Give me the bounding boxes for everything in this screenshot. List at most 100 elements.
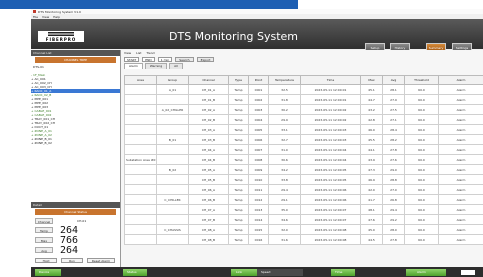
table-cell: 47.6: [360, 214, 383, 225]
table-cell: 2023-05-11 12:00:06: [300, 184, 361, 195]
table-cell: 27.8: [382, 144, 405, 155]
table-row[interactable]: A_01 CH_01_A Temp 0001 32.5 2023-05-11 12:00:…: [124, 84, 483, 95]
table-cell: Temp: [228, 204, 249, 215]
table-row[interactable]: C_CHILLER CH_06_B Temp 0012 29.1 2023-05-11 1…: [124, 194, 483, 205]
table-cell: Temp: [228, 124, 249, 135]
column-header[interactable]: Area: [124, 75, 157, 85]
table-cell: [124, 94, 157, 105]
table-cell: 43.9: [360, 154, 383, 165]
column-header[interactable]: Avg: [382, 75, 405, 85]
tab-list[interactable]: List: [136, 51, 141, 55]
desktop-blue-bar: [0, 0, 298, 9]
table-row[interactable]: CH_04_A Temp 0007 31.0 2023-05-11 12:00:04 44…: [124, 144, 483, 155]
table-cell: 60.0: [404, 154, 439, 165]
table-cell: Alarm: [438, 224, 483, 235]
table-cell: 27.9: [382, 94, 405, 105]
table-row[interactable]: CH_03_A Temp 0005 33.1 2023-05-11 12:00:03 46…: [124, 124, 483, 135]
table-cell: CH_06_A: [188, 184, 229, 195]
table-cell: 2023-05-11 12:00:04: [300, 154, 361, 165]
table-cell: CH_03_B: [188, 134, 229, 145]
table-cell: 45.0: [360, 224, 383, 235]
table-cell: 29.2: [382, 214, 405, 225]
table-row[interactable]: A_02_CHILLER CH_02_A Temp 0003 30.2 2023-05-1…: [124, 104, 483, 115]
table-row[interactable]: C_CHASSIS CH_08_A Temp 0015 32.0 2023-05-11 1…: [124, 224, 483, 235]
table-cell: 28.1: [382, 84, 405, 95]
status-label-temp: Temp: [35, 227, 53, 233]
table-cell: Alarm: [438, 104, 483, 115]
table-cell: 33.8: [268, 174, 301, 185]
table-cell: 42.0: [360, 184, 383, 195]
column-header[interactable]: Time: [300, 75, 361, 85]
table-cell: 34.2: [268, 164, 301, 175]
interval-select[interactable]: 1 min: [157, 56, 173, 62]
table-cell: [156, 114, 189, 125]
table-row[interactable]: CH_07_B Temp 0014 34.6 2023-05-11 12:00:07 47…: [124, 214, 483, 225]
table-cell: 26.8: [382, 194, 405, 205]
channel-tree-title: CHANNEL TREE: [35, 57, 116, 63]
status-panel-header: Detail: [31, 202, 120, 208]
left-panel: Channel List CHANNEL TREE DTS-01 - 1F_Ma…: [31, 50, 121, 267]
table-cell: 31.8: [268, 94, 301, 105]
status-bar: Device Status Link Speed Time Alarm: [31, 267, 483, 277]
column-header[interactable]: Group: [156, 75, 189, 85]
table-cell: [156, 94, 189, 105]
table-row[interactable]: CH_08_B Temp 0016 31.6 2023-05-11 12:00:08 44…: [124, 234, 483, 245]
menu-help[interactable]: Help: [53, 15, 60, 19]
tab-view[interactable]: View: [124, 51, 131, 55]
table-cell: [124, 114, 157, 125]
table-row[interactable]: CH_07_A Temp 0013 35.0 2023-05-11 12:00:07 48…: [124, 204, 483, 215]
table-row[interactable]: CH_02_B Temp 0004 29.9 2023-05-11 12:00:02 42…: [124, 114, 483, 125]
table-cell: 42.8: [360, 114, 383, 125]
export-button[interactable]: Export: [196, 56, 215, 62]
table-cell: Alarm: [438, 204, 483, 215]
table-row[interactable]: B_02 CH_05_A Temp 0009 34.2 2023-05-11 12:00:…: [124, 164, 483, 175]
table-cell: 0009: [248, 164, 269, 175]
hold-button[interactable]: Hold: [35, 258, 57, 263]
table-cell: 43.2: [360, 104, 383, 115]
status-box: [461, 270, 475, 275]
run-button[interactable]: Run: [61, 258, 83, 263]
table-cell: 29.1: [268, 194, 301, 205]
end-date-field[interactable]: END: [142, 56, 155, 62]
menu-view[interactable]: View: [42, 15, 49, 19]
column-header[interactable]: Point: [248, 75, 269, 85]
column-header[interactable]: Alarm: [438, 75, 483, 85]
table-cell: 2023-05-11 12:00:02: [300, 104, 361, 115]
column-header[interactable]: Max: [360, 75, 383, 85]
table-cell: 27.8: [382, 234, 405, 245]
tree-item[interactable]: + ZONE_B_02: [31, 141, 120, 145]
reset-alarm-button[interactable]: Reset Alarm: [87, 258, 115, 263]
table-cell: Alarm: [438, 154, 483, 165]
table-cell: [124, 104, 157, 115]
tree-root[interactable]: DTS-01: [31, 65, 120, 69]
table-cell: 0015: [248, 224, 269, 235]
table-row[interactable]: CH_06_A Temp 0011 29.4 2023-05-11 12:00:06 42…: [124, 184, 483, 195]
table-cell: CH_04_A: [188, 144, 229, 155]
table-row[interactable]: CH_01_B Temp 0002 31.8 2023-05-11 12:00:01 44…: [124, 94, 483, 105]
column-header[interactable]: Type: [228, 75, 249, 85]
table-cell: 60.0: [404, 204, 439, 215]
table-cell: A_02_CHILLER: [156, 104, 189, 115]
column-header[interactable]: Channel: [188, 75, 229, 85]
table-cell: 32.5: [268, 84, 301, 95]
tab-warning[interactable]: Warning: [144, 63, 168, 69]
table-row[interactable]: CH_05_B Temp 0010 33.8 2023-05-11 12:00:05 46…: [124, 174, 483, 185]
start-date-field[interactable]: START: [124, 56, 140, 62]
table-cell: CH_01_B: [188, 94, 229, 105]
column-header[interactable]: Temperature: [268, 75, 301, 85]
table-cell: [124, 124, 157, 135]
status-indicator-3: [231, 269, 257, 276]
table-cell: Alarm: [438, 174, 483, 185]
search-button[interactable]: Search: [175, 56, 194, 62]
table-cell: Temp: [228, 194, 249, 205]
table-row[interactable]: Substation Area #01 CH_04_B Temp 0008 30.6 20…: [124, 154, 483, 165]
app-icon: [33, 10, 36, 13]
status-indicator-5: [406, 269, 446, 276]
tab-alarm[interactable]: Alarm: [124, 63, 143, 69]
menu-file[interactable]: File: [33, 15, 38, 19]
table-row[interactable]: B_01 CH_03_B Temp 0006 32.7 2023-05-11 12:00:…: [124, 134, 483, 145]
tab-trend[interactable]: Trend: [146, 51, 154, 55]
tab-all[interactable]: All: [169, 63, 183, 69]
column-header[interactable]: Threshold: [404, 75, 439, 85]
status-label-max: Max: [35, 237, 53, 243]
